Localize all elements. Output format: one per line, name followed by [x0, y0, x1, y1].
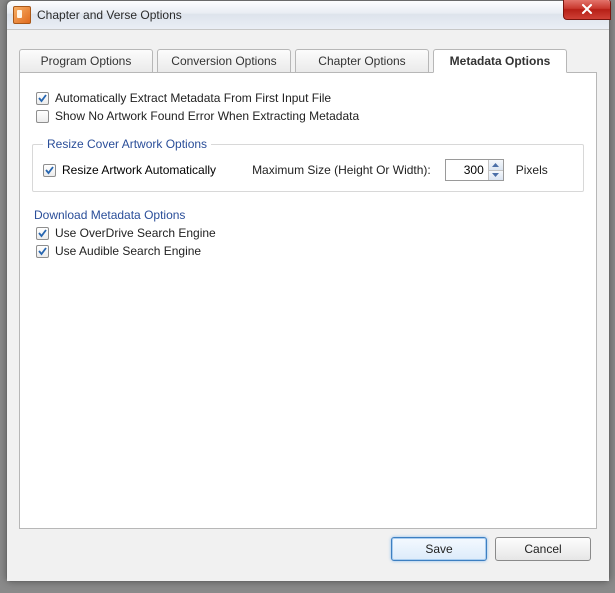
spinner-down[interactable]: [489, 171, 503, 181]
client-area: Program Options Conversion Options Chapt…: [7, 30, 609, 581]
label-auto-extract: Automatically Extract Metadata From Firs…: [55, 91, 331, 105]
legend-download-metadata: Download Metadata Options: [34, 208, 584, 222]
tab-label: Program Options: [41, 54, 132, 68]
label-pixels: Pixels: [516, 163, 548, 177]
checkbox-auto-extract[interactable]: [36, 92, 49, 105]
label-show-no-artwork: Show No Artwork Found Error When Extract…: [55, 109, 359, 123]
check-icon: [37, 228, 48, 239]
row-audible: Use Audible Search Engine: [36, 244, 584, 258]
cancel-button[interactable]: Cancel: [495, 537, 591, 561]
spinner-up[interactable]: [489, 160, 503, 171]
group-resize-artwork: Resize Cover Artwork Options Resize Artw…: [32, 137, 584, 192]
window-title: Chapter and Verse Options: [37, 8, 182, 22]
checkbox-show-no-artwork[interactable]: [36, 110, 49, 123]
app-icon: [13, 6, 31, 24]
row-show-no-artwork: Show No Artwork Found Error When Extract…: [36, 109, 584, 123]
tab-program-options[interactable]: Program Options: [19, 49, 153, 73]
checkbox-audible[interactable]: [36, 245, 49, 258]
check-icon: [37, 93, 48, 104]
tab-label: Metadata Options: [450, 54, 551, 68]
spinner-buttons: [488, 160, 503, 180]
cancel-button-label: Cancel: [524, 542, 561, 556]
titlebar[interactable]: Chapter and Verse Options: [7, 1, 609, 30]
input-max-size[interactable]: [446, 160, 488, 180]
row-auto-extract: Automatically Extract Metadata From Firs…: [36, 91, 584, 105]
close-button[interactable]: [563, 0, 611, 20]
tab-label: Conversion Options: [171, 54, 276, 68]
save-button[interactable]: Save: [391, 537, 487, 561]
label-resize-auto: Resize Artwork Automatically: [62, 163, 216, 177]
label-audible: Use Audible Search Engine: [55, 244, 201, 258]
checkbox-resize-auto[interactable]: [43, 164, 56, 177]
legend-resize-artwork: Resize Cover Artwork Options: [43, 137, 211, 151]
tab-metadata-options[interactable]: Metadata Options: [433, 49, 567, 73]
save-button-label: Save: [425, 542, 452, 556]
checkbox-overdrive[interactable]: [36, 227, 49, 240]
check-icon: [44, 165, 55, 176]
tab-panel-metadata: Automatically Extract Metadata From Firs…: [19, 72, 597, 529]
label-overdrive: Use OverDrive Search Engine: [55, 226, 216, 240]
row-resize-auto: Resize Artwork Automatically Maximum Siz…: [43, 159, 573, 181]
dialog-footer: Save Cancel: [19, 529, 597, 569]
tabstrip: Program Options Conversion Options Chapt…: [19, 48, 597, 72]
chevron-down-icon: [492, 173, 499, 177]
spinner-max-size: [445, 159, 504, 181]
check-icon: [37, 246, 48, 257]
chevron-up-icon: [492, 163, 499, 167]
tab-conversion-options[interactable]: Conversion Options: [157, 49, 291, 73]
close-icon: [581, 4, 593, 14]
tab-label: Chapter Options: [318, 54, 405, 68]
tab-chapter-options[interactable]: Chapter Options: [295, 49, 429, 73]
row-overdrive: Use OverDrive Search Engine: [36, 226, 584, 240]
label-max-size: Maximum Size (Height Or Width):: [252, 163, 431, 177]
options-dialog: Chapter and Verse Options Program Option…: [6, 0, 610, 582]
